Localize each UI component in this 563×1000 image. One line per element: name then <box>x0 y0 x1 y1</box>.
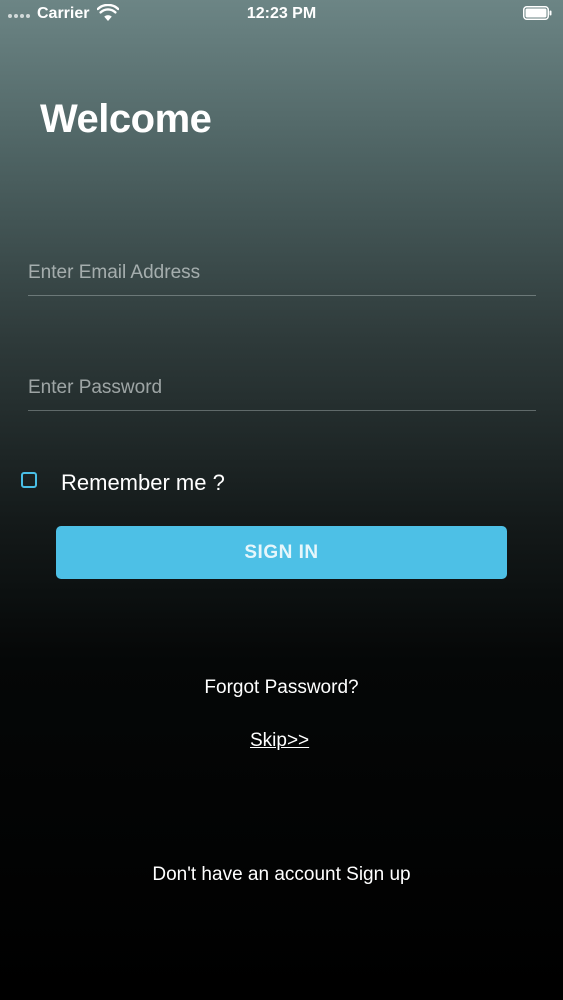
status-time: 12:23 PM <box>246 5 317 22</box>
email-field[interactable] <box>28 251 536 295</box>
sign-up-link[interactable]: Don't have an account Sign up <box>0 864 563 886</box>
page-title: Welcome <box>40 97 212 141</box>
remember-me-label: Remember me ? <box>61 470 225 495</box>
password-field[interactable] <box>28 366 536 410</box>
remember-me-checkbox[interactable] <box>21 472 37 488</box>
password-field-container <box>28 366 536 411</box>
battery-icon <box>523 6 552 20</box>
email-field-container <box>28 251 536 296</box>
skip-link[interactable]: Skip>> <box>250 730 309 752</box>
forgot-password-link[interactable]: Forgot Password? <box>0 677 563 699</box>
remember-me-row[interactable]: Remember me ? <box>21 470 225 495</box>
sign-in-button[interactable]: SIGN IN <box>56 526 507 579</box>
status-bar: Carrier 12:23 PM <box>0 0 563 28</box>
